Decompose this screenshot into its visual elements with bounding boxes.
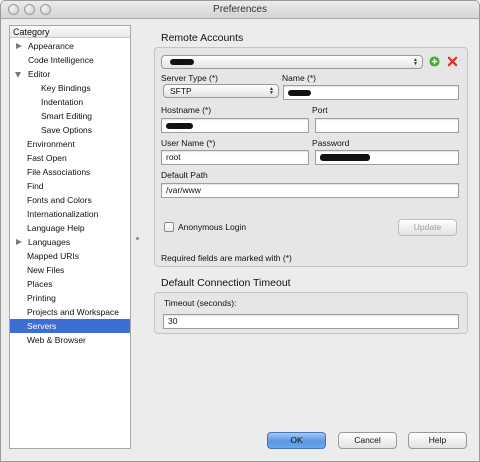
updown-arrows-icon: ▲ ▼ — [269, 86, 274, 96]
name-label: Name (*) — [282, 73, 317, 83]
sidebar-item-places[interactable]: Places — [10, 277, 130, 291]
window-title: Preferences — [213, 4, 267, 15]
hostname-redacted — [166, 123, 193, 129]
disclosure-expanded-icon[interactable] — [15, 72, 21, 78]
sidebar-item-appearance[interactable]: Appearance — [10, 39, 130, 53]
server-type-value: SFTP — [170, 86, 192, 96]
sidebar-item-find[interactable]: Find — [10, 179, 130, 193]
red-x-icon[interactable] — [447, 56, 458, 67]
hostname-field[interactable] — [161, 118, 309, 133]
sidebar-item-label: Key Bindings — [41, 83, 91, 93]
account-name-redacted — [170, 59, 194, 65]
password-label: Password — [312, 138, 350, 148]
name-redacted — [288, 90, 311, 96]
username-field[interactable]: root — [161, 150, 309, 165]
sidebar-item-label: Servers — [27, 321, 57, 331]
anonymous-login-label: Anonymous Login — [178, 222, 247, 232]
sidebar-item-label: Mapped URIs — [27, 251, 79, 261]
timeout-group: Timeout (seconds): 30 — [154, 292, 468, 334]
sidebar-item-label: Fonts and Colors — [27, 195, 92, 205]
sidebar-item-file-associations[interactable]: File Associations — [10, 165, 130, 179]
splitter-handle[interactable] — [136, 237, 139, 240]
update-button[interactable]: Update — [398, 219, 457, 236]
sidebar-item-save-options[interactable]: Save Options — [10, 123, 130, 137]
sidebar-header: Category — [10, 26, 130, 38]
sidebar-item-label: Places — [27, 279, 53, 289]
sidebar-item-fonts-and-colors[interactable]: Fonts and Colors — [10, 193, 130, 207]
sidebar-item-fast-open[interactable]: Fast Open — [10, 151, 130, 165]
required-fields-note: Required fields are marked with (*) — [161, 253, 292, 263]
sidebar-item-label: Editor — [28, 69, 51, 79]
ok-button[interactable]: OK — [267, 432, 326, 449]
username-label: User Name (*) — [161, 138, 216, 148]
sidebar-item-label: Code Intelligence — [28, 55, 94, 65]
server-type-select[interactable]: SFTP ▲ ▼ — [163, 84, 279, 98]
preferences-window: Preferences Category Appearance Code Inte… — [0, 0, 480, 462]
default-path-field[interactable]: /var/www — [161, 183, 459, 198]
plus-circle-icon[interactable] — [429, 56, 440, 67]
sidebar-item-printing[interactable]: Printing — [10, 291, 130, 305]
timeout-title: Default Connection Timeout — [161, 277, 291, 289]
hostname-label: Hostname (*) — [161, 105, 212, 115]
sidebar-item-mapped-uris[interactable]: Mapped URIs — [10, 249, 130, 263]
sidebar-item-label: Printing — [27, 293, 56, 303]
timeout-field[interactable]: 30 — [163, 314, 459, 329]
category-sidebar: Category Appearance Code Intelligence Edit… — [9, 25, 131, 449]
sidebar-item-environment[interactable]: Environment — [10, 137, 130, 151]
sidebar-item-label: Smart Editing — [41, 111, 93, 121]
disclosure-collapsed-icon[interactable] — [16, 239, 22, 245]
remote-accounts-group: ▲ ▼ Server Type (*) Name (*) SFTP ▲ ▼ Host… — [154, 47, 468, 267]
sidebar-item-label: Save Options — [41, 125, 93, 135]
title-bar: Preferences — [1, 1, 479, 19]
disclosure-collapsed-icon[interactable] — [16, 43, 22, 49]
sidebar-item-label: Projects and Workspace — [27, 307, 119, 317]
sidebar-item-label: Languages — [28, 237, 71, 247]
remote-accounts-title: Remote Accounts — [161, 32, 244, 44]
sidebar-item-smart-editing[interactable]: Smart Editing — [10, 109, 130, 123]
sidebar-item-new-files[interactable]: New Files — [10, 263, 130, 277]
sidebar-item-label: File Associations — [27, 167, 91, 177]
updown-arrows-icon: ▲ ▼ — [413, 57, 418, 67]
port-label: Port — [312, 105, 328, 115]
password-field[interactable] — [315, 150, 459, 165]
sidebar-item-code-intelligence[interactable]: Code Intelligence — [10, 53, 130, 67]
sidebar-item-indentation[interactable]: Indentation — [10, 95, 130, 109]
sidebar-item-language-help[interactable]: Language Help — [10, 221, 130, 235]
account-select[interactable]: ▲ ▼ — [161, 55, 423, 69]
sidebar-item-label: Environment — [27, 139, 75, 149]
default-path-label: Default Path — [161, 170, 208, 180]
sidebar-item-editor[interactable]: Editor — [10, 67, 130, 81]
cancel-button[interactable]: Cancel — [338, 432, 397, 449]
sidebar-item-internationalization[interactable]: Internationalization — [10, 207, 130, 221]
anonymous-login-checkbox[interactable] — [164, 222, 174, 232]
sidebar-item-label: Appearance — [28, 41, 74, 51]
sidebar-item-key-bindings[interactable]: Key Bindings — [10, 81, 130, 95]
sidebar-item-web-browser[interactable]: Web & Browser — [10, 333, 130, 347]
server-type-label: Server Type (*) — [161, 73, 219, 83]
sidebar-item-label: Find — [27, 181, 44, 191]
timeout-label: Timeout (seconds): — [164, 298, 237, 308]
minimize-window-icon[interactable] — [24, 4, 35, 15]
sidebar-item-servers[interactable]: Servers — [10, 319, 130, 333]
name-field[interactable] — [283, 85, 459, 100]
sidebar-item-label: Language Help — [27, 223, 85, 233]
close-window-icon[interactable] — [8, 4, 19, 15]
sidebar-item-label: Web & Browser — [27, 335, 86, 345]
zoom-window-icon[interactable] — [40, 4, 51, 15]
password-redacted — [320, 154, 370, 161]
sidebar-item-label: Internationalization — [27, 209, 99, 219]
help-button[interactable]: Help — [408, 432, 467, 449]
sidebar-item-languages[interactable]: Languages — [10, 235, 130, 249]
sidebar-item-label: Indentation — [41, 97, 84, 107]
sidebar-item-projects-and-workspace[interactable]: Projects and Workspace — [10, 305, 130, 319]
sidebar-item-label: New Files — [27, 265, 65, 275]
port-field[interactable] — [315, 118, 459, 133]
sidebar-item-label: Fast Open — [27, 153, 67, 163]
